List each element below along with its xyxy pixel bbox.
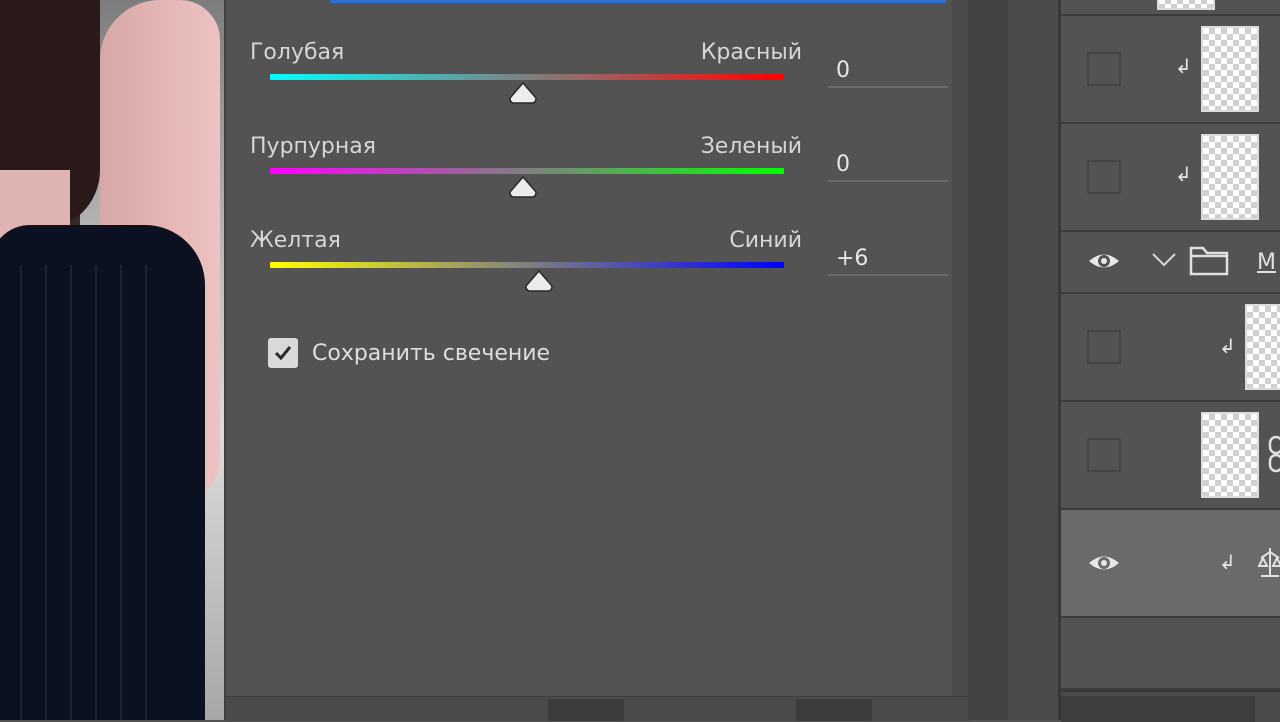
layer-thumbnail [1157,0,1215,10]
layers-panel: ↲ ↲ М ↲ ↲ [1058,0,1280,722]
panel-dock-strip [1008,0,1060,720]
slider-left-label: Пурпурная [250,134,376,159]
checkbox[interactable] [268,338,298,368]
model-dress [0,225,205,720]
layer-thumbnail [1245,304,1280,390]
layer-row-selected[interactable]: ↲ [1061,510,1280,618]
layer-row-top-partial[interactable] [1061,0,1280,16]
layer-thumbnail [1201,134,1259,220]
slider-track[interactable] [270,74,784,80]
slider-thumb[interactable] [508,82,538,104]
slider-right-label: Синий [729,228,802,253]
properties-panel: Голубая Красный 0 Пурпурная Зеленый 0 Же… [224,0,970,721]
visibility-toggle[interactable] [1087,52,1121,86]
properties-footer-toolbar [226,696,970,721]
cyan-red-value-field[interactable]: 0 [828,58,948,88]
magenta-green-value-field[interactable]: 0 [828,152,948,182]
panel-gutter [968,0,1008,720]
layers-footer [1061,690,1280,722]
visibility-toggle-icon[interactable] [796,699,872,721]
yellow-blue-value-field[interactable]: +6 [828,246,948,276]
clip-to-layer-button[interactable] [548,699,624,721]
folder-icon [1189,246,1229,276]
eye-icon[interactable] [1087,546,1121,580]
preserve-luminosity-checkbox[interactable]: Сохранить свечение [268,336,550,370]
color-balance-icon [1257,548,1280,577]
clipping-mask-icon: ↲ [1219,550,1236,574]
layer-row[interactable] [1061,402,1280,510]
slider-right-label: Красный [700,40,802,65]
clipping-mask-icon: ↲ [1175,54,1192,78]
layer-row[interactable]: ↲ [1061,294,1280,402]
slider-cyan-red: Голубая Красный 0 [250,40,950,130]
tone-dropdown-focus-bar[interactable] [330,0,946,3]
visibility-toggle[interactable] [1087,330,1121,364]
canvas-image[interactable] [0,0,224,720]
layer-row[interactable]: ↲ [1061,124,1280,232]
preserve-luminosity-label: Сохранить свечение [312,340,551,366]
slider-yellow-blue: Желтая Синий +6 [250,228,950,318]
layer-thumbnail [1201,26,1259,112]
group-name[interactable]: М [1257,250,1276,275]
link-icon[interactable] [1267,434,1280,474]
eye-icon[interactable] [1087,244,1121,278]
visibility-toggle[interactable] [1087,438,1121,472]
layer-row[interactable]: ↲ [1061,16,1280,124]
delete-icon[interactable] [886,699,926,721]
visibility-toggle[interactable] [1087,160,1121,194]
layers-empty-area [1061,618,1280,690]
layer-thumbnail [1201,412,1259,498]
chevron-down-icon[interactable] [1151,252,1177,268]
group-row[interactable]: М [1061,232,1280,294]
slider-thumb[interactable] [508,176,538,198]
slider-magenta-green: Пурпурная Зеленый 0 [250,134,950,224]
layers-footer-button[interactable] [1061,696,1255,722]
slider-thumb[interactable] [524,270,554,292]
clipping-mask-icon: ↲ [1175,162,1192,186]
clipping-mask-icon: ↲ [1219,334,1236,358]
slider-left-label: Желтая [250,228,341,253]
slider-track[interactable] [270,168,784,174]
slider-right-label: Зеленый [700,134,802,159]
checkmark-icon [274,346,292,361]
view-previous-state-icon[interactable] [638,699,714,721]
slider-left-label: Голубая [250,40,345,65]
slider-track[interactable] [270,262,784,268]
reset-icon[interactable] [718,699,794,721]
